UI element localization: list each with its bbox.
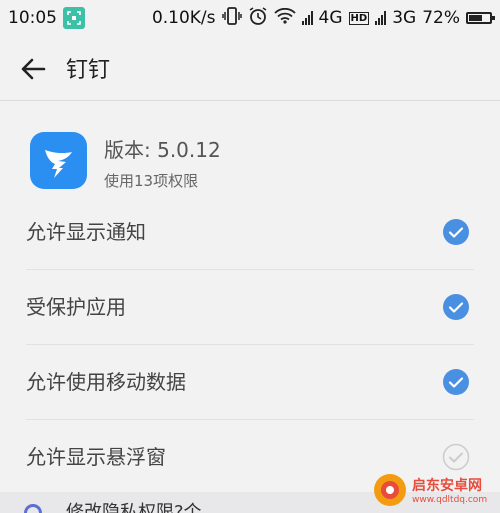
status-bar-left: 10:05 <box>8 7 85 29</box>
network-type-1: 4G <box>318 8 343 28</box>
battery-fill <box>469 15 482 21</box>
battery-percent: 72% <box>422 8 460 28</box>
alarm-icon <box>248 6 268 31</box>
status-bar-right: 0.10K/s 4G HD 3G 72% <box>151 6 495 31</box>
watermark-url: www.qdltdq.com <box>412 494 488 505</box>
clock: 10:05 <box>8 8 57 28</box>
setting-label: 允许显示悬浮窗 <box>26 445 166 469</box>
privacy-text: 修改隐私权限?个 <box>66 502 202 513</box>
checked-icon[interactable] <box>442 368 470 396</box>
setting-label: 受保护应用 <box>26 295 126 319</box>
app-permissions-count: 使用13项权限 <box>104 172 199 190</box>
app-header: 钉钉 <box>0 36 500 101</box>
wifi-icon <box>273 7 296 29</box>
dingtalk-logo-icon <box>30 132 87 189</box>
setting-row-show-notifications[interactable]: 允许显示通知 <box>0 195 500 270</box>
status-bar: 10:05 0.10K/s 4G HD 3G 72% <box>0 0 500 36</box>
privacy-icon <box>24 504 42 513</box>
app-info: 版本: 5.0.12 使用13项权限 <box>0 120 500 200</box>
scan-icon <box>63 7 85 29</box>
vibrate-icon <box>221 6 242 30</box>
checked-icon[interactable] <box>442 218 470 246</box>
watermark-logo-icon <box>374 473 406 506</box>
back-arrow-icon[interactable] <box>20 56 46 82</box>
site-watermark: 启东安卓网 www.qdltdq.com <box>372 466 500 513</box>
page-title: 钉钉 <box>66 58 111 83</box>
hd-badge: HD <box>348 11 370 25</box>
checked-icon[interactable] <box>442 293 470 321</box>
network-type-2: 3G <box>392 8 417 28</box>
setting-row-protected-app[interactable]: 受保护应用 <box>0 270 500 345</box>
network-speed: 0.10K/s <box>151 8 216 28</box>
setting-label: 允许显示通知 <box>26 220 146 244</box>
setting-row-mobile-data[interactable]: 允许使用移动数据 <box>0 345 500 420</box>
setting-label: 允许使用移动数据 <box>26 370 186 394</box>
app-version: 版本: 5.0.12 <box>104 138 221 162</box>
signal-icon-2 <box>375 11 387 25</box>
battery-icon <box>466 12 495 24</box>
watermark-name: 启东安卓网 <box>412 477 482 494</box>
signal-icon <box>301 11 313 25</box>
